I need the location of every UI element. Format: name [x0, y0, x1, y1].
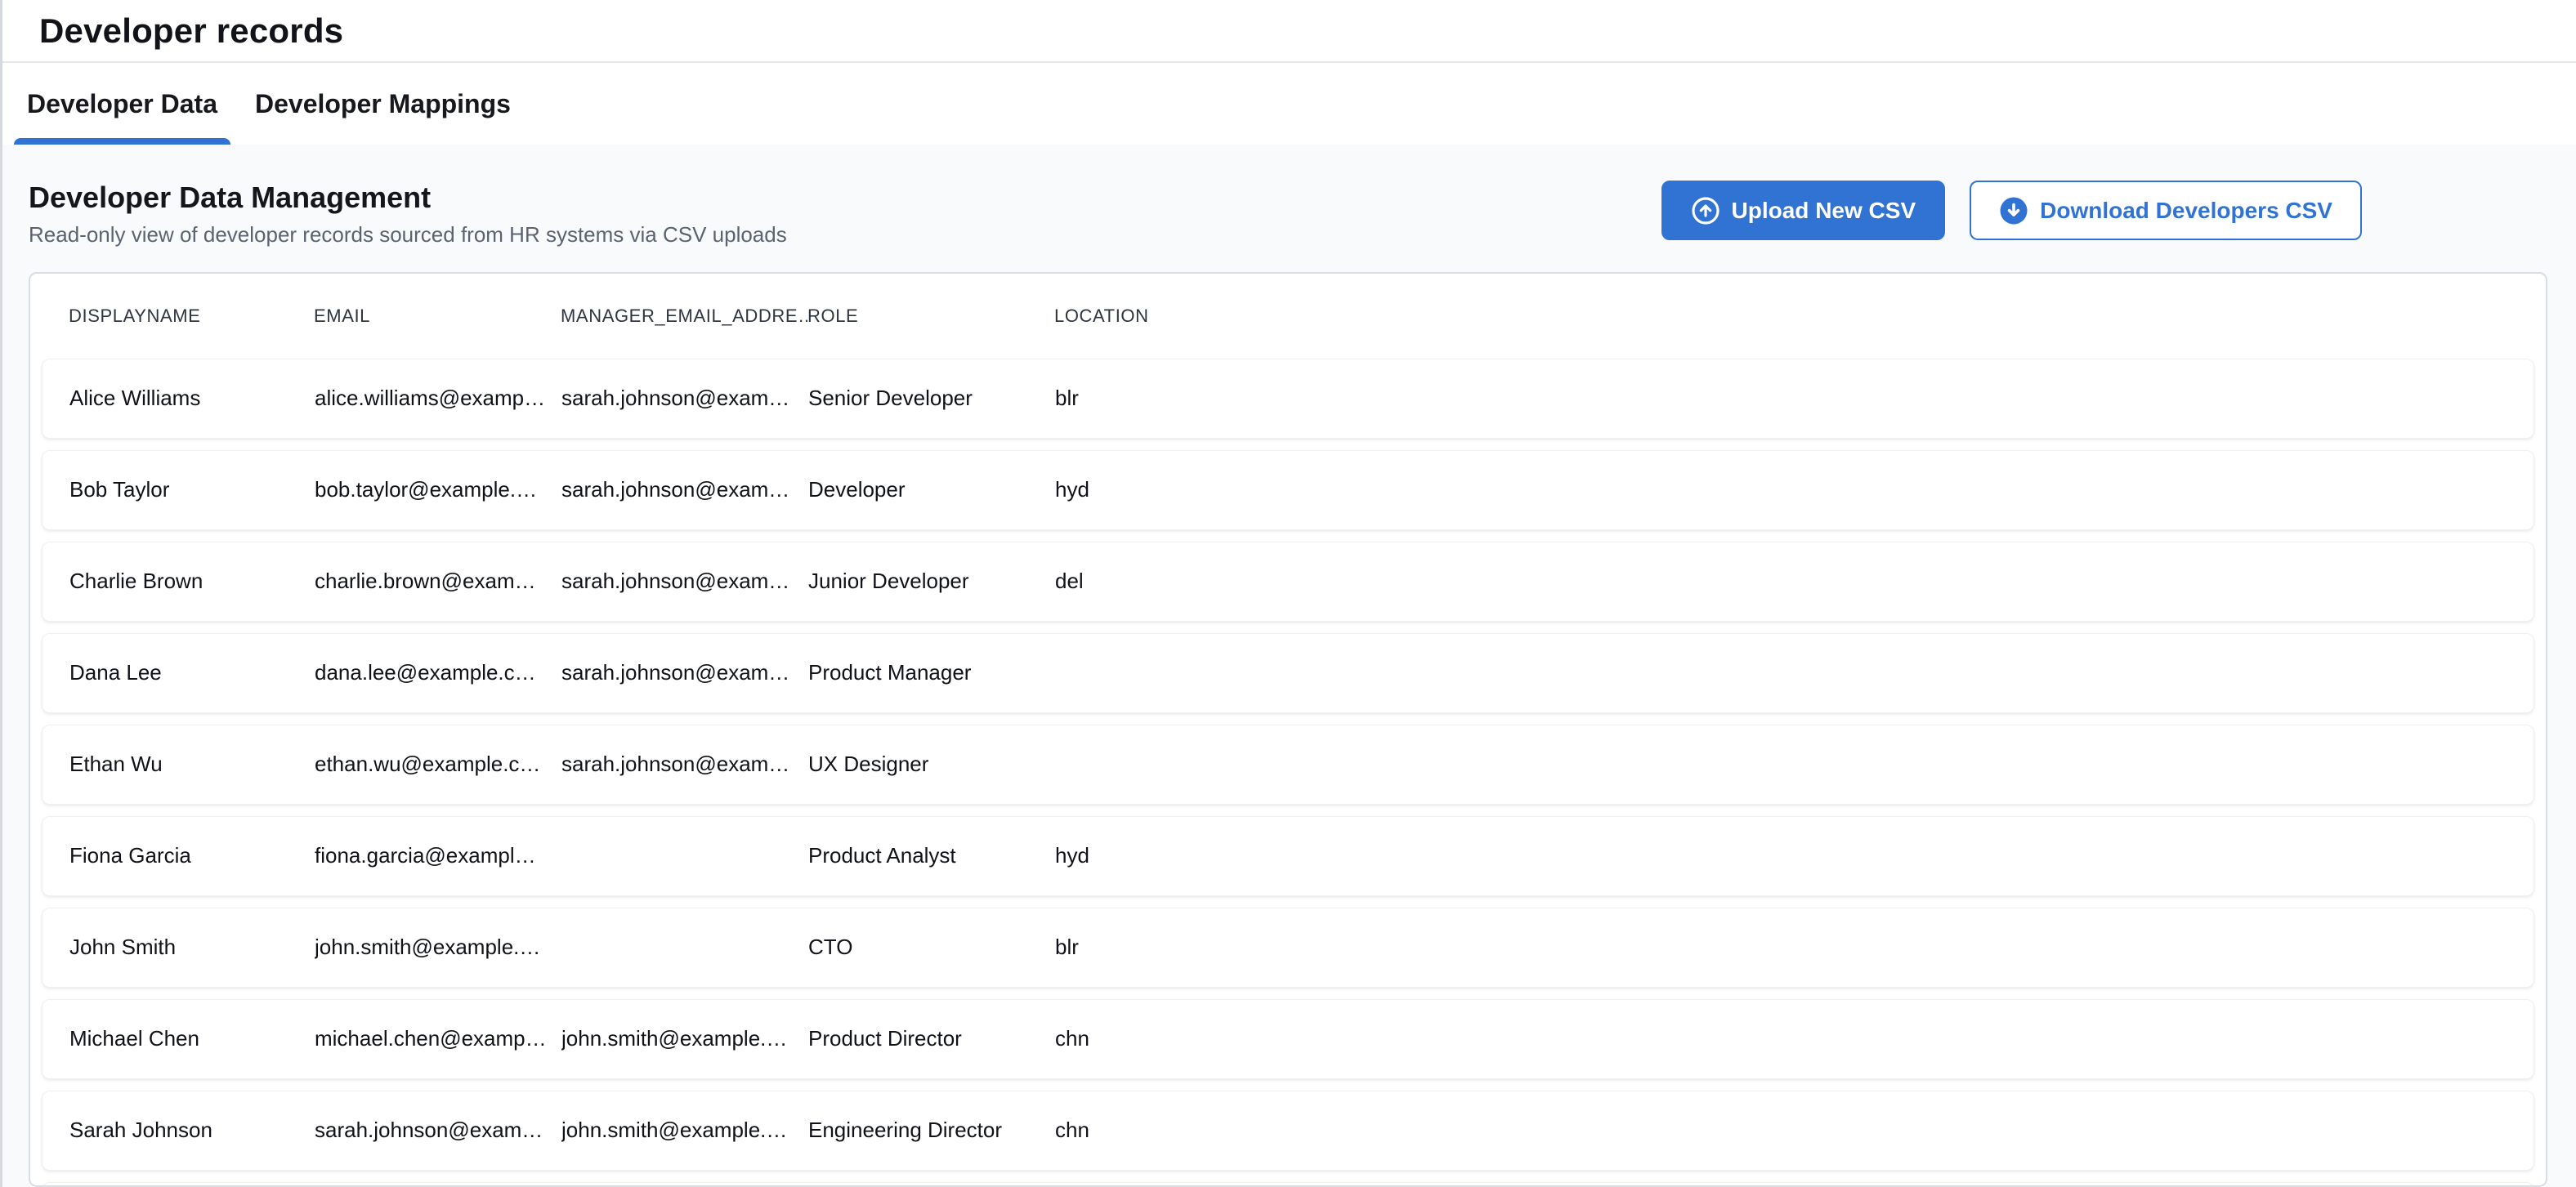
cell-manager-email: john.smith@example.…	[561, 1026, 808, 1051]
cell-location: blr	[1055, 935, 2534, 960]
tab-developer-mappings-label: Developer Mappings	[255, 89, 511, 119]
cell-location: del	[1055, 569, 2534, 594]
tab-developer-data[interactable]: Developer Data	[14, 63, 230, 145]
cell-role: CTO	[808, 935, 1055, 960]
cell-displayname: Charlie Brown	[69, 569, 315, 594]
column-header: ROLE	[807, 306, 1054, 327]
cell-location: hyd	[1055, 477, 2534, 502]
cell-email: michael.chen@examp…	[315, 1026, 561, 1051]
cell-role: Developer	[808, 477, 1055, 502]
cell-role: Product Director	[808, 1026, 1055, 1051]
cell-displayname: Bob Taylor	[69, 477, 315, 502]
page-header: Developer records	[2, 0, 2576, 63]
cell-email: charlie.brown@exam…	[315, 569, 561, 594]
cell-email: john.smith@example.…	[315, 935, 561, 960]
table-row: Charlie Brown charlie.brown@exam… sarah.…	[42, 542, 2534, 622]
upload-new-csv-label: Upload New CSV	[1732, 198, 1916, 224]
tab-developer-mappings[interactable]: Developer Mappings	[242, 63, 524, 145]
cell-role: Engineering Director	[808, 1118, 1055, 1143]
cell-role: UX Designer	[808, 752, 1055, 777]
cell-manager-email: sarah.johnson@exam…	[561, 477, 808, 502]
cell-manager-email: sarah.johnson@exam…	[561, 386, 808, 411]
table-row: John Smith john.smith@example.… CTO blr	[42, 908, 2534, 988]
cell-displayname: Ethan Wu	[69, 752, 315, 777]
page-title: Developer records	[39, 11, 343, 51]
cell-displayname: Fiona Garcia	[69, 843, 315, 868]
column-header: LOCATION	[1054, 306, 2546, 327]
upload-new-csv-button[interactable]: Upload New CSV	[1661, 181, 1946, 240]
cell-role: Senior Developer	[808, 386, 1055, 411]
section-subtitle: Read-only view of developer records sour…	[29, 222, 787, 248]
table-body: Alice Williams alice.williams@examp… sar…	[30, 359, 2546, 1187]
arrow-up-circle-icon	[1691, 196, 1720, 225]
cell-manager-email: sarah.johnson@exam…	[561, 569, 808, 594]
download-developers-csv-label: Download Developers CSV	[2040, 198, 2332, 224]
download-developers-csv-button[interactable]: Download Developers CSV	[1970, 181, 2362, 240]
table-row: Bob Taylor bob.taylor@example.… sarah.jo…	[42, 450, 2534, 530]
cell-location: blr	[1055, 386, 2534, 411]
column-header: EMAIL	[314, 306, 561, 327]
cell-role: Product Analyst	[808, 843, 1055, 868]
cell-location: hyd	[1055, 843, 2534, 868]
cell-manager-email: sarah.johnson@exam…	[561, 660, 808, 685]
developer-data-panel: Developer Data Management Read-only view…	[2, 145, 2576, 1187]
cell-location: chn	[1055, 1026, 2534, 1051]
cell-location: chn	[1055, 1118, 2534, 1143]
cell-email: bob.taylor@example.…	[315, 477, 561, 502]
cell-displayname: Dana Lee	[69, 660, 315, 685]
cell-manager-email: john.smith@example.…	[561, 1118, 808, 1143]
cell-email: alice.williams@examp…	[315, 386, 561, 411]
section-header: Developer Data Management Read-only view…	[2, 181, 2576, 248]
cell-email: ethan.wu@example.c…	[315, 752, 561, 777]
tab-developer-data-label: Developer Data	[27, 89, 217, 119]
developer-table: DISPLAYNAMEEMAILMANAGER_EMAIL_ADDRE…ROLE…	[29, 272, 2547, 1187]
table-row: Sarah Johnson sarah.johnson@exam… john.s…	[42, 1091, 2534, 1171]
csv-button-group: Upload New CSV Download Developers CSV	[1661, 181, 2362, 240]
table-row: Fiona Garcia fiona.garcia@exampl… Produc…	[42, 816, 2534, 896]
table-row: Michael Chen michael.chen@examp… john.sm…	[42, 999, 2534, 1079]
cell-displayname: John Smith	[69, 935, 315, 960]
cell-displayname: Michael Chen	[69, 1026, 315, 1051]
table-header-row: DISPLAYNAMEEMAILMANAGER_EMAIL_ADDRE…ROLE…	[30, 274, 2546, 359]
section-title: Developer Data Management	[29, 181, 787, 214]
cell-displayname: Sarah Johnson	[69, 1118, 315, 1143]
arrow-down-circle-icon	[1999, 196, 2028, 225]
cell-role: Product Manager	[808, 660, 1055, 685]
cell-role: Junior Developer	[808, 569, 1055, 594]
table-row-partial	[42, 1182, 2534, 1187]
table-row: Ethan Wu ethan.wu@example.c… sarah.johns…	[42, 725, 2534, 805]
cell-displayname: Alice Williams	[69, 386, 315, 411]
cell-manager-email: sarah.johnson@exam…	[561, 752, 808, 777]
cell-email: dana.lee@example.c…	[315, 660, 561, 685]
tab-bar: Developer Data Developer Mappings	[2, 63, 2576, 145]
table-row: Alice Williams alice.williams@examp… sar…	[42, 359, 2534, 439]
table-row: Dana Lee dana.lee@example.c… sarah.johns…	[42, 633, 2534, 713]
cell-email: sarah.johnson@exam…	[315, 1118, 561, 1143]
cell-email: fiona.garcia@exampl…	[315, 843, 561, 868]
section-header-text: Developer Data Management Read-only view…	[29, 181, 787, 248]
column-header: DISPLAYNAME	[69, 306, 314, 327]
column-header: MANAGER_EMAIL_ADDRE…	[561, 306, 807, 327]
